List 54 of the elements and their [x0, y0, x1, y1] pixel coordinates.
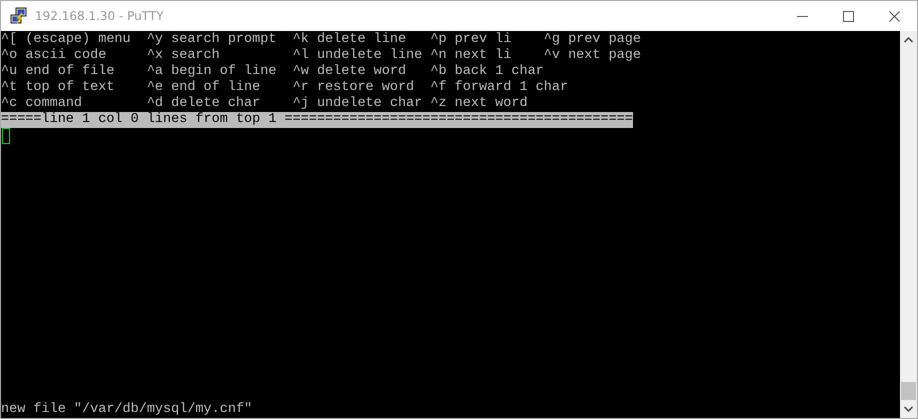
shortcut-action: delete char [171, 96, 260, 111]
shortcut-action: search prompt [171, 32, 276, 47]
window-title: 192.168.1.30 - PuTTY [35, 9, 164, 23]
shortcut-action: end of line [171, 80, 260, 95]
shortcut-action: begin of line [171, 64, 276, 79]
message-line: new file "/var/db/mysql/my.cnf" [1, 402, 252, 418]
shortcut-key: ^y [146, 32, 164, 47]
shortcut-key: ^g [544, 32, 560, 47]
shortcut-key: ^x [146, 48, 164, 63]
shortcut-action: search [171, 48, 220, 63]
shortcut-key: ^d [146, 96, 164, 111]
shortcut-action: prev li [454, 32, 512, 47]
shortcut-action: forward 1 char [454, 80, 568, 95]
shortcut-key: ^p [430, 32, 447, 47]
shortcut-key: ^l [292, 48, 309, 63]
shortcut-key: ^[ [1, 32, 18, 47]
shortcut-action: prev page [568, 32, 641, 47]
shortcut-key: ^k [292, 32, 309, 47]
shortcut-action: next word [454, 96, 528, 111]
scroll-down-icon[interactable] [904, 406, 913, 412]
shortcut-action: back 1 char [454, 64, 544, 79]
shortcut-action: delete word [316, 64, 406, 79]
shortcut-action: delete line [316, 32, 406, 47]
scrollbar-thumb[interactable] [901, 382, 916, 400]
shortcut-key: ^a [146, 64, 164, 79]
shortcut-key: ^o [1, 48, 18, 63]
scroll-up-icon[interactable] [904, 37, 913, 43]
text-cursor [2, 128, 10, 144]
shortcut-key: ^f [430, 80, 447, 95]
scrollbar[interactable] [900, 31, 917, 418]
shortcut-action: undelete line [316, 48, 422, 63]
shortcut-action: undelete char [316, 96, 422, 111]
shortcut-key: ^c [1, 96, 18, 111]
shortcut-key: ^z [430, 96, 447, 111]
shortcut-action: ascii code [25, 48, 106, 63]
shortcut-action: top of text [25, 80, 114, 95]
shortcut-key: ^j [292, 96, 309, 111]
shortcut-key: ^v [544, 48, 560, 63]
shortcut-action: next li [454, 48, 512, 63]
close-icon [888, 10, 900, 22]
maximize-icon [842, 10, 854, 22]
shortcut-action: next page [568, 48, 641, 63]
computers-icon [10, 7, 28, 25]
shortcut-key: ^r [292, 80, 309, 95]
shortcut-key: ^w [292, 64, 309, 79]
shortcut-action: end of file [25, 64, 114, 79]
shortcut-action: (escape) menu [25, 32, 131, 47]
shortcut-key: ^e [146, 80, 164, 95]
shortcut-key: ^b [430, 64, 447, 79]
shortcut-key: ^u [1, 64, 18, 79]
shortcut-key: ^n [430, 48, 447, 63]
shortcut-action: command [25, 96, 82, 111]
shortcut-action: restore word [316, 80, 414, 95]
shortcut-key: ^t [1, 80, 18, 95]
